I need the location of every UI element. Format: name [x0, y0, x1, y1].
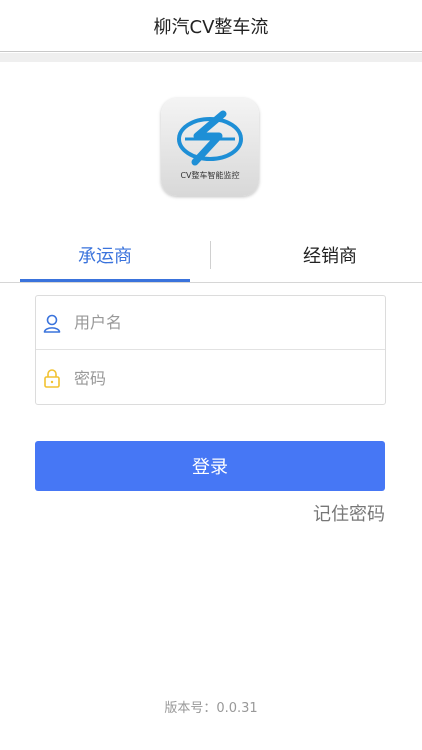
lock-icon — [42, 368, 62, 388]
app-header: 柳汽CV整车流 — [0, 0, 422, 52]
logo-caption: CV整车智能监控 — [180, 171, 240, 180]
version-number: 0.0.31 — [216, 701, 258, 716]
remember-password-link[interactable]: 记住密码 — [313, 500, 385, 526]
tab-carrier[interactable]: 承运商 — [20, 228, 190, 282]
version-label: 版本号： — [164, 701, 217, 716]
page-title: 柳汽CV整车流 — [153, 16, 269, 38]
tab-dealer[interactable]: 经销商 — [245, 228, 415, 282]
username-field — [36, 296, 385, 350]
login-button[interactable]: 登录 — [35, 441, 385, 491]
username-input[interactable] — [74, 313, 364, 332]
user-icon — [42, 313, 62, 333]
tab-divider — [210, 241, 211, 269]
header-separator-band — [0, 53, 422, 62]
login-type-tabs: 承运商 经销商 — [0, 228, 422, 283]
password-input[interactable] — [74, 368, 364, 388]
logo-emblem-icon — [177, 110, 243, 166]
app-logo: CV整车智能监控 — [161, 98, 259, 196]
version-text: 版本号：0.0.31 — [0, 697, 422, 716]
active-tab-indicator — [20, 279, 190, 282]
password-field — [36, 351, 385, 405]
login-form — [35, 295, 386, 405]
